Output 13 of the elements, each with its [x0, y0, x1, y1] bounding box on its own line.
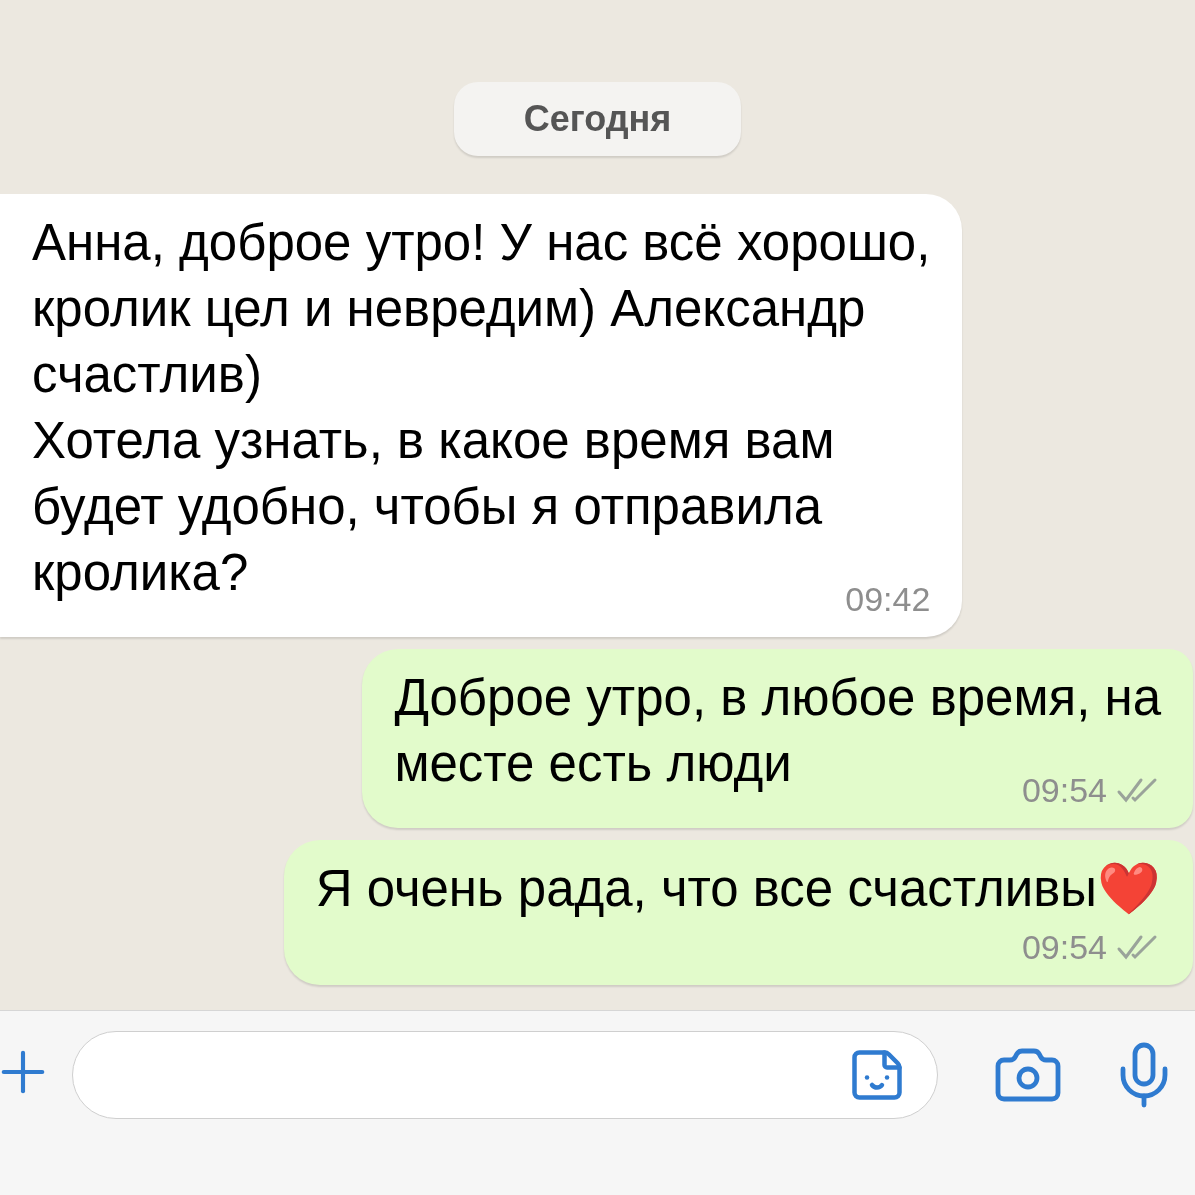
message-text: Доброе утро, в любое время, на	[394, 668, 1161, 728]
date-label: Сегодня	[453, 82, 742, 156]
message-text: Анна, доброе утро! У нас всё хорошо,	[32, 213, 931, 273]
message-text: кролика?	[32, 543, 249, 603]
message-text: будет удобно, чтобы я отправила	[32, 477, 823, 537]
message-text: счастлив)	[32, 345, 262, 405]
message-time: 09:42	[845, 579, 931, 620]
message-time: 09:54	[1021, 927, 1107, 968]
message-text: кролик цел и невредим) Александр	[32, 279, 866, 339]
message-text: Я очень рада, что все счастливы❤	[315, 859, 1161, 919]
message-time: 09:54	[1021, 770, 1107, 811]
message-text: Хотела узнать, в какое время вам	[32, 411, 835, 471]
message-text: месте есть люди	[394, 734, 792, 794]
